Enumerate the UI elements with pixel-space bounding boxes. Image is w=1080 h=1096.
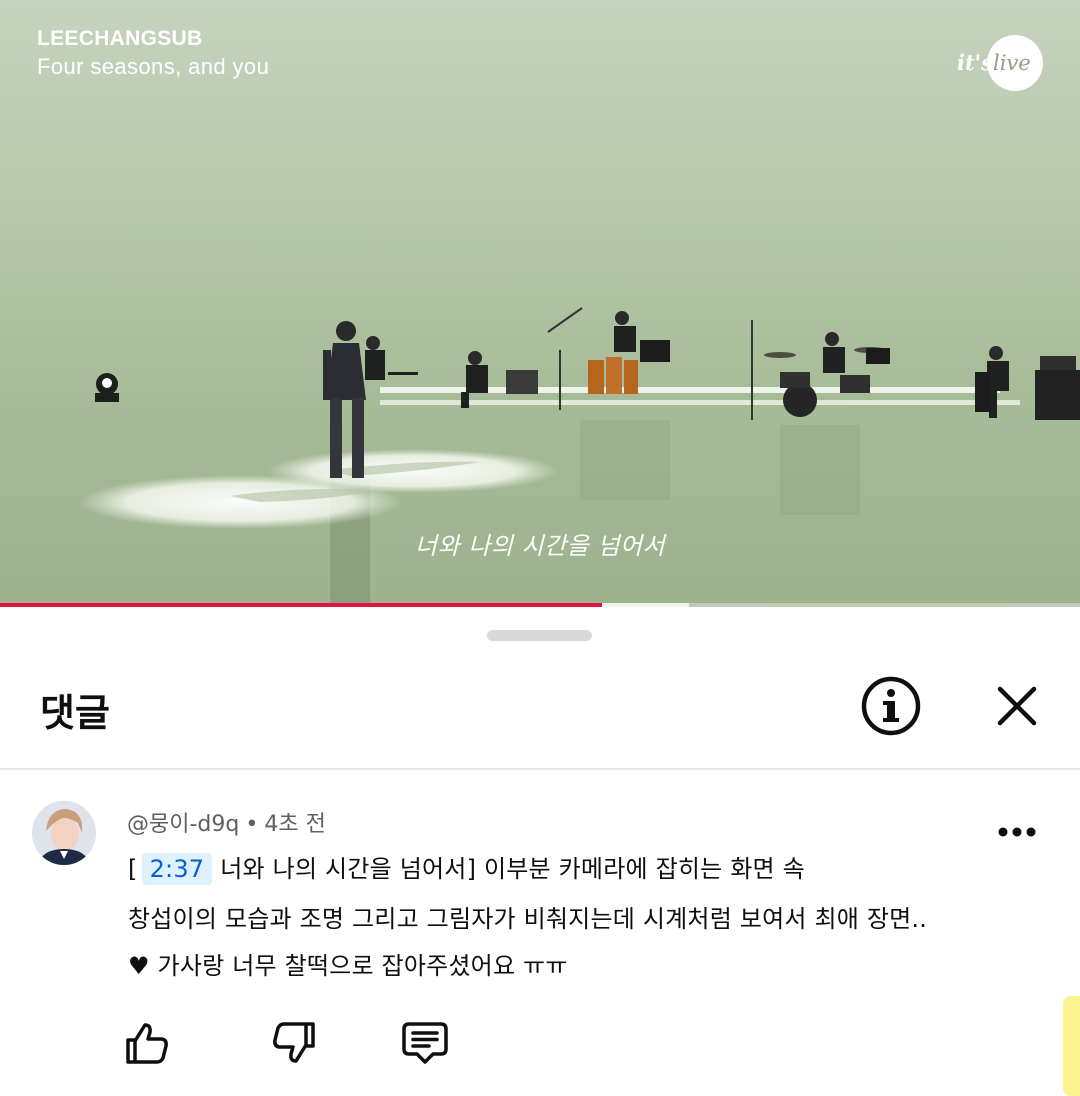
- video-subtitle: 너와 나의 시간을 넘어서: [414, 532, 666, 560]
- close-icon[interactable]: [992, 681, 1042, 731]
- comment-text-line: [2:37 너와 나의 시간을 넘어서] 이부분 카메라에 잡히는 화면 속: [128, 849, 805, 885]
- drag-handle[interactable]: [487, 630, 592, 641]
- meta-separator: •: [245, 812, 259, 837]
- info-circle-icon[interactable]: [860, 675, 922, 737]
- comment-meta: @뭉이-d9q • 4초 전: [127, 806, 326, 838]
- video-frame: [0, 307, 1080, 607]
- comment-text-line: ♥ 가사랑 너무 찰떡으로 잡아주셨어요 ㅠㅠ: [128, 952, 568, 980]
- edge-highlight: [1063, 996, 1080, 1096]
- comments-panel: 댓글 @뭉이-d9q • 4초 전 [2:37 너와 나의 시간을 넘어서] 이부분 …: [0, 608, 1080, 1096]
- channel-logo-icon: it's live: [957, 35, 1043, 91]
- video-song-title: Four seasons, and you: [37, 54, 270, 79]
- thumb-down-icon[interactable]: [271, 1020, 317, 1066]
- comment-text-line: 창섭이의 모습과 조명 그리고 그림자가 비춰지는데 시계처럼 보여서 최애 장…: [128, 905, 928, 933]
- divider: [0, 768, 1080, 770]
- progress-played: [0, 603, 602, 607]
- video-progress-bar[interactable]: [0, 603, 1080, 607]
- video-player[interactable]: LEECHANGSUB Four seasons, and you it's l…: [0, 0, 1080, 607]
- panel-title: 댓글: [40, 691, 110, 735]
- thumb-up-icon[interactable]: [124, 1020, 170, 1066]
- timestamp-link[interactable]: 2:37: [141, 853, 213, 885]
- comment-text: 너와 나의 시간을 넘어서] 이부분 카메라에 잡히는 화면 속: [220, 855, 805, 883]
- svg-text:it's: it's: [957, 50, 993, 75]
- comment-author[interactable]: @뭉이-d9q: [127, 812, 239, 837]
- avatar[interactable]: [32, 801, 96, 865]
- more-options-icon[interactable]: [997, 826, 1037, 838]
- comment-time: 4초 전: [264, 812, 326, 837]
- video-artist-name: LEECHANGSUB: [37, 27, 203, 50]
- reply-icon[interactable]: [401, 1020, 449, 1066]
- svg-text:live: live: [993, 51, 1031, 75]
- bracket: [: [128, 855, 138, 883]
